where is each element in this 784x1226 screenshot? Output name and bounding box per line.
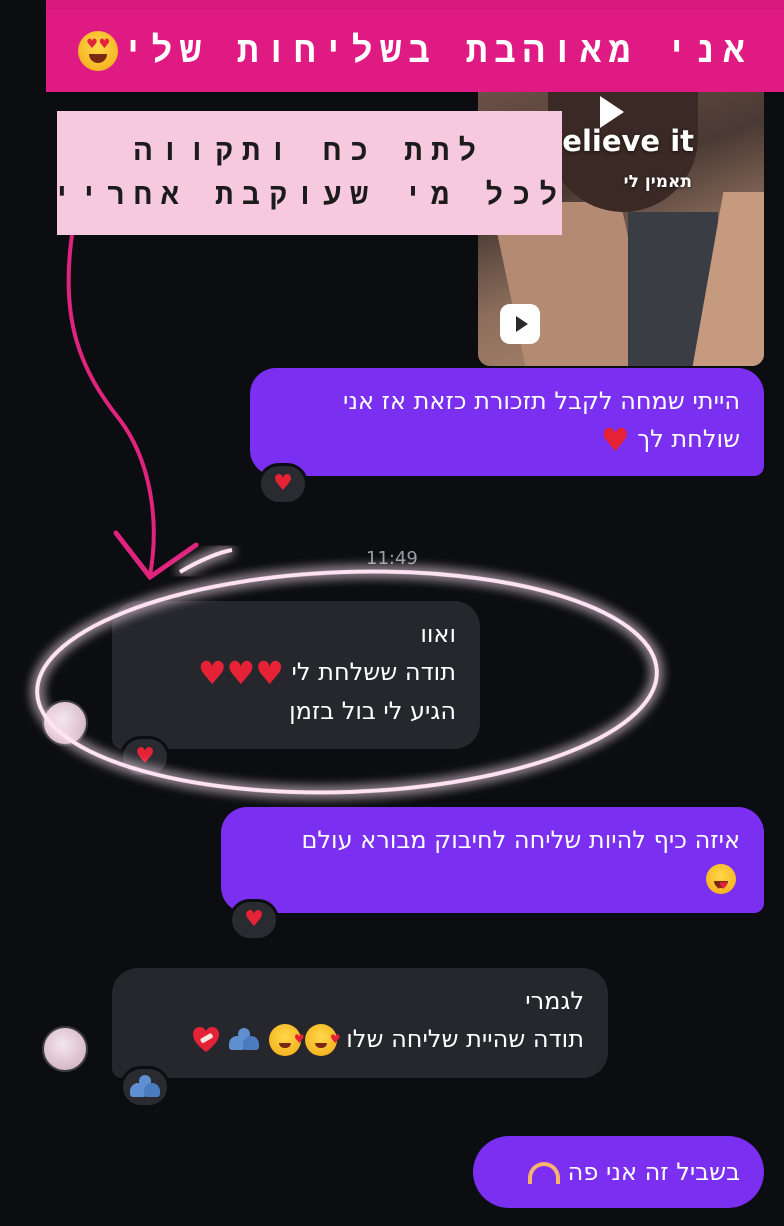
message-reaction[interactable]	[120, 1066, 170, 1108]
smiling-hearts-emoji-icon	[268, 1020, 305, 1058]
message-bubble-incoming[interactable]: ואוו תודה ששלחת לי ♥♥♥ הגיע לי בול בזמן	[112, 601, 480, 749]
message-line: בשביל זה אני פה	[567, 1158, 740, 1186]
smiling-hearts-emoji-icon	[304, 1020, 341, 1058]
message-line: שולחת לך	[637, 425, 740, 453]
green-heart-icon: ♥	[600, 421, 630, 459]
message-emoji-line	[245, 859, 740, 906]
message-reaction[interactable]: ♥	[229, 899, 279, 941]
heart-eyes-emoji-icon	[78, 31, 119, 71]
annotation-glow-stroke	[178, 548, 233, 574]
red-heart-reaction-icon: ♥	[135, 744, 155, 769]
heart-hands-emoji-icon	[528, 1162, 561, 1184]
note-line-2: לכל מי שעוקבת אחריי	[52, 177, 567, 212]
contact-avatar[interactable]	[42, 700, 88, 746]
message-line-with-emoji: תודה ששלחת לי ♥♥♥	[136, 653, 456, 692]
message-line: ואוו	[420, 620, 456, 648]
annotation-arrow-line	[66, 234, 156, 576]
message-line-with-emoji: שולחת לך ♥	[274, 420, 740, 459]
red-heart-reaction-icon: ♥	[273, 471, 293, 496]
message-line: תודה ששלחת לי	[291, 658, 456, 686]
annotation-arrow-head	[113, 530, 199, 581]
red-heart-reaction-icon: ♥	[244, 907, 264, 932]
heart-eyes-emoji-icon	[706, 864, 736, 906]
message-line: הגיע לי בול בזמן	[289, 697, 456, 725]
note-line-1: לתת כח ותקווה	[133, 133, 486, 168]
red-heart-icon: ♥	[197, 654, 227, 692]
red-heart-icon: ♥	[255, 654, 284, 692]
title-banner: אני מאוהבת בשליחות שלי	[46, 10, 784, 92]
message-line: תודה שהיית שליחה שלו	[346, 1025, 584, 1053]
message-bubble-outgoing[interactable]: בשביל זה אני פה	[473, 1136, 764, 1208]
mending-heart-icon	[193, 1027, 220, 1052]
banner-title: אני מאוהבת בשליחות שלי	[122, 29, 752, 71]
message-line: לגמרי	[525, 987, 584, 1015]
video-caption-hebrew: תאמין לי	[623, 172, 692, 192]
message-line-with-emoji: תודה שהיית שליחה שלו	[136, 1020, 584, 1058]
message-bubble-incoming[interactable]: לגמרי תודה שהיית שליחה שלו	[112, 968, 608, 1078]
message-reaction[interactable]: ♥	[120, 736, 170, 778]
overlay-note: לתת כח ותקווה לכל מי שעוקבת אחריי	[53, 111, 562, 235]
message-line: הייתי שמחה לקבל תזכורת כזאת אז אני	[343, 387, 740, 415]
red-heart-icon: ♥	[226, 654, 256, 692]
message-line: איזה כיף להיות שליחה לחיבוק מבורא עולם	[301, 826, 740, 854]
people-reaction-icon	[130, 1075, 160, 1097]
message-bubble-outgoing[interactable]: איזה כיף להיות שליחה לחיבוק מבורא עולם	[221, 807, 764, 913]
contact-avatar[interactable]	[42, 1026, 88, 1072]
message-timestamp: 11:49	[366, 548, 418, 569]
video-caption: believe it	[541, 124, 694, 158]
message-bubble-outgoing[interactable]: הייתי שמחה לקבל תזכורת כזאת אז אני שולחת…	[250, 368, 764, 476]
reel-play-icon[interactable]	[500, 304, 540, 344]
people-emoji-icon	[228, 1028, 259, 1050]
message-reaction[interactable]: ♥	[258, 463, 308, 505]
